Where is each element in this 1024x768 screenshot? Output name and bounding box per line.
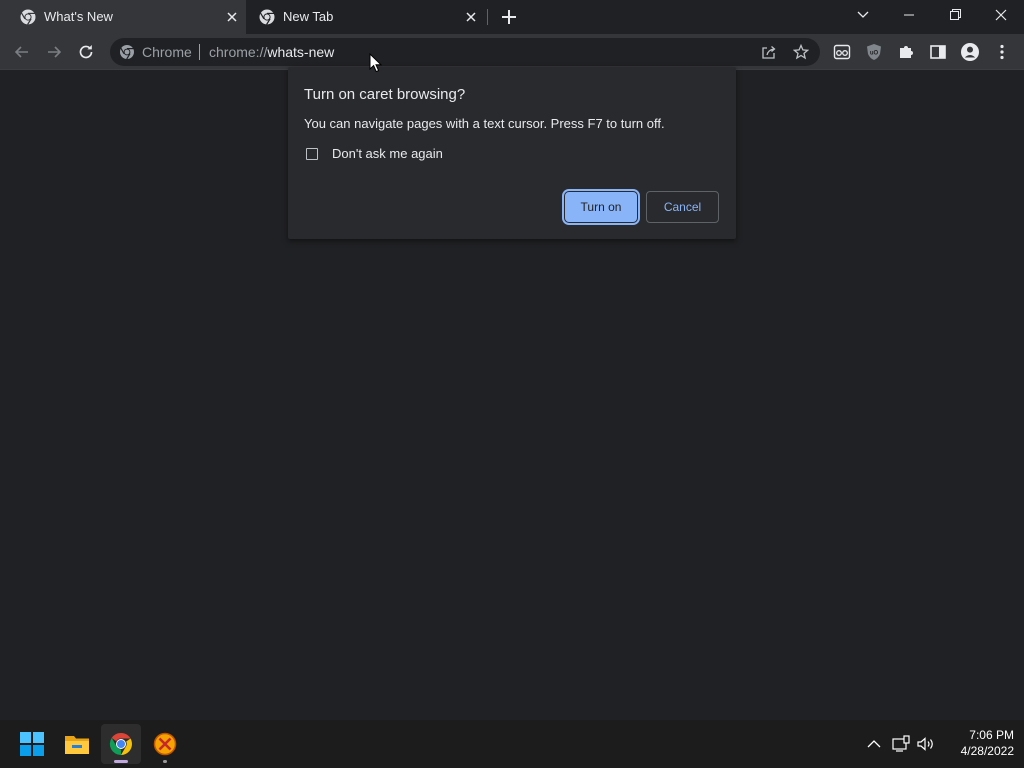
taskbar: 7:06 PM 4/28/2022 [0,720,1024,768]
reload-icon[interactable] [76,42,96,62]
network-icon[interactable] [891,734,911,754]
volume-icon[interactable] [916,734,936,754]
cancel-button[interactable]: Cancel [646,191,719,223]
restore-icon[interactable] [943,5,967,25]
extensions-puzzle-icon[interactable] [896,42,916,62]
tab-whats-new[interactable]: What's New [0,0,246,34]
tab-separator [487,9,488,25]
share-icon[interactable] [761,44,777,60]
bookmark-star-icon[interactable] [793,44,809,60]
tab-search-icon[interactable] [851,5,875,25]
chrome-taskbar-button[interactable] [101,724,141,764]
close-tab-icon[interactable] [224,9,240,25]
forward-icon[interactable] [44,42,64,62]
url-scheme: chrome:// [209,44,268,60]
system-clock[interactable]: 7:06 PM 4/28/2022 [940,727,1014,759]
dont-ask-again-checkbox[interactable] [306,148,318,160]
address-bar[interactable]: Chrome chrome://whats-new [110,38,820,66]
close-tab-icon[interactable] [463,9,479,25]
new-tab-icon[interactable] [499,7,519,27]
caret-browsing-dialog: Turn on caret browsing? You can navigate… [288,67,736,239]
chrome-icon [20,9,36,25]
tab-title: What's New [44,9,113,24]
chrome-icon [119,44,135,60]
show-hidden-icons-chevron-icon[interactable] [864,734,884,754]
tab-title: New Tab [283,9,334,24]
side-panel-icon[interactable] [928,42,948,62]
url-host: whats-new [267,44,335,60]
turn-on-button[interactable]: Turn on [565,192,637,222]
minimize-icon[interactable] [897,5,921,25]
windows-logo-icon [20,732,44,756]
chrome-color-icon [109,732,132,756]
reading-mode-icon[interactable] [832,42,852,62]
dialog-title: Turn on caret browsing? [304,86,466,103]
folder-icon [65,736,89,754]
running-app-indicator [163,760,167,763]
mouse-pointer-icon [369,53,383,74]
svg-text:uO: uO [870,51,879,57]
site-chip-label: Chrome [142,44,192,60]
more-menu-icon[interactable] [992,42,1012,62]
ublock-shield-icon[interactable]: uO [864,42,884,62]
tab-new-tab[interactable]: New Tab [248,0,488,34]
clock-time: 7:06 PM [969,728,1014,742]
tab-strip: What's New New Tab [0,0,1024,34]
url-text: chrome://whats-new [209,44,334,60]
toolbar: Chrome chrome://whats-new uO [0,34,1024,70]
dialog-message: You can navigate pages with a text curso… [304,116,665,131]
back-icon[interactable] [12,42,32,62]
clock-date: 4/28/2022 [960,744,1014,758]
x-app-taskbar-button[interactable] [145,724,185,764]
chrome-icon [259,9,275,25]
start-button[interactable] [12,724,52,764]
dont-ask-again-label[interactable]: Don't ask me again [332,146,443,161]
close-window-icon[interactable] [989,5,1013,25]
chip-separator [199,44,200,60]
file-explorer-button[interactable] [57,724,97,764]
profile-avatar-icon[interactable] [960,42,980,62]
active-app-indicator [114,760,128,763]
x-app-icon [153,732,177,756]
